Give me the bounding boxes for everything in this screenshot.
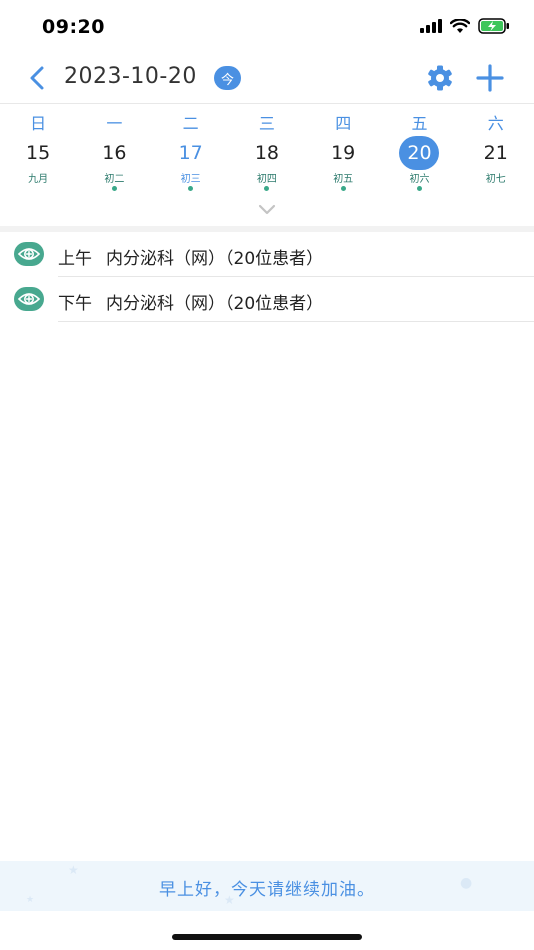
- lunar-date: 初三: [180, 174, 201, 185]
- week-calendar: 日 15 九月 一 16 初二 二 17 初三 三 18 初四 四 19 初五 …: [0, 104, 534, 194]
- settings-button[interactable]: [424, 62, 456, 94]
- event-dot: [264, 186, 270, 191]
- clinic-eye-plus-icon: [14, 242, 44, 266]
- calendar-day[interactable]: 二 17 初三: [153, 104, 229, 194]
- lunar-date: 初五: [333, 174, 354, 185]
- weekday-label: 三: [258, 114, 275, 133]
- back-button[interactable]: [22, 62, 52, 94]
- schedule-department: 内分泌科（网）: [106, 249, 225, 269]
- day-number: 20: [407, 142, 432, 164]
- today-button[interactable]: 今: [214, 66, 241, 90]
- battery-charging-icon: [478, 18, 510, 34]
- row-divider: [58, 321, 534, 322]
- event-dot: [416, 186, 422, 191]
- lunar-date: 初七: [485, 174, 506, 185]
- day-number-circle: 17: [171, 136, 211, 170]
- greeting-text: 早上好，今天请继续加油。: [159, 880, 375, 900]
- calendar-day[interactable]: 五 20 初六: [381, 104, 457, 194]
- calendar-day[interactable]: 六 21 初七: [458, 104, 534, 194]
- day-number: 21: [483, 142, 508, 164]
- schedule-period: 下午: [58, 294, 92, 314]
- day-number-circle: 19: [323, 136, 363, 170]
- calendar-day[interactable]: 一 16 初二: [76, 104, 152, 194]
- schedule-item-afternoon[interactable]: 下午 内分泌科（网）（20位患者）: [0, 277, 534, 322]
- day-number: 15: [26, 142, 51, 164]
- event-dot: [188, 186, 194, 191]
- selected-date: 2023-10-20: [64, 64, 197, 89]
- day-number-circle: 18: [247, 136, 287, 170]
- schedule-item-text: 上午 内分泌科（网）（20位患者）: [58, 244, 323, 269]
- chevron-left-icon: [30, 66, 44, 90]
- event-dot: [111, 186, 117, 191]
- schedule-patient-count: （20位患者）: [225, 294, 324, 314]
- schedule-period: 上午: [58, 249, 92, 269]
- status-bar: 09:20: [0, 0, 534, 54]
- event-dot: [340, 186, 346, 191]
- weekday-label: 六: [487, 114, 504, 133]
- day-number: 16: [102, 142, 127, 164]
- lunar-date: 初四: [256, 174, 277, 185]
- calendar-day[interactable]: 四 19 初五: [305, 104, 381, 194]
- day-number-circle: 21: [476, 136, 516, 170]
- greeting-banner: ★ ★ ★ ● 早上好，今天请继续加油。: [0, 861, 534, 911]
- cellular-signal-icon: [420, 19, 442, 33]
- calendar-day[interactable]: 日 15 九月: [0, 104, 76, 194]
- lunar-date: 初六: [409, 174, 430, 185]
- lunar-date: 九月: [28, 174, 49, 185]
- weekday-label: 日: [30, 114, 47, 133]
- weekday-label: 一: [106, 114, 123, 133]
- day-number: 17: [178, 142, 203, 164]
- chevron-down-icon: [258, 204, 276, 215]
- expand-calendar-button[interactable]: [256, 202, 278, 218]
- day-number-circle: 20: [399, 136, 440, 170]
- day-number-circle: 15: [18, 136, 58, 170]
- gear-icon: [428, 65, 452, 91]
- wifi-icon: [450, 18, 470, 34]
- day-number: 18: [254, 142, 280, 164]
- add-button[interactable]: [474, 62, 506, 94]
- schedule-list: 上午 内分泌科（网）（20位患者） 下午 内分泌科（网）（20位患者）: [0, 232, 534, 322]
- calendar-day[interactable]: 三 18 初四: [229, 104, 305, 194]
- nav-header: 2023-10-20 今: [0, 54, 534, 102]
- weekday-label: 五: [411, 114, 428, 133]
- schedule-department: 内分泌科（网）: [106, 294, 225, 314]
- weekday-label: 二: [182, 114, 199, 133]
- home-indicator: [172, 934, 362, 940]
- weekday-label: 四: [335, 114, 352, 133]
- schedule-item-morning[interactable]: 上午 内分泌科（网）（20位患者）: [0, 232, 534, 277]
- lunar-date: 初二: [104, 174, 125, 185]
- clinic-eye-plus-icon: [14, 287, 44, 311]
- status-time: 09:20: [42, 16, 105, 38]
- plus-icon: [476, 64, 504, 92]
- schedule-item-text: 下午 内分泌科（网）（20位患者）: [58, 289, 323, 314]
- schedule-patient-count: （20位患者）: [225, 249, 324, 269]
- day-number-circle: 16: [94, 136, 134, 170]
- status-icons: [420, 18, 510, 34]
- day-number: 19: [331, 142, 356, 164]
